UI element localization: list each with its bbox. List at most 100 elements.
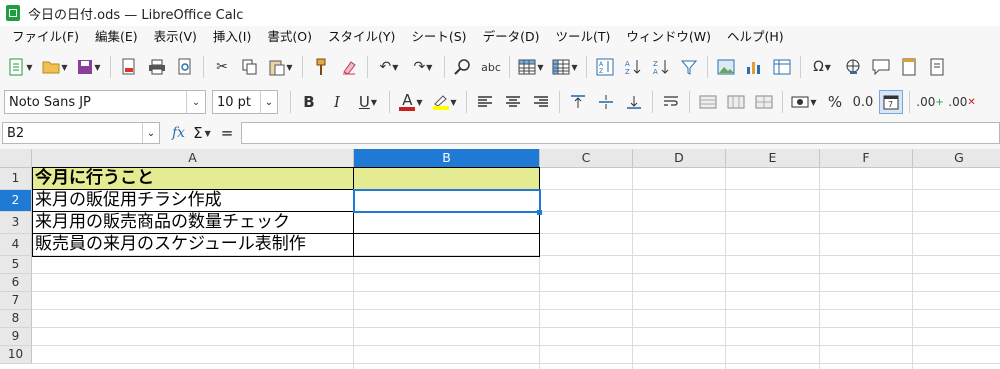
- row-header-2[interactable]: 2: [0, 190, 32, 212]
- row-header-9[interactable]: 9: [0, 328, 32, 346]
- special-character-button[interactable]: Ω ▼: [807, 55, 837, 79]
- define-print-area-icon[interactable]: [925, 55, 949, 79]
- align-center-icon[interactable]: [501, 90, 525, 114]
- menu-window[interactable]: ウィンドウ(W): [618, 26, 719, 48]
- select-all-corner[interactable]: [0, 149, 32, 168]
- unmerge-cells-icon[interactable]: [752, 90, 776, 114]
- hyperlink-icon[interactable]: [841, 55, 865, 79]
- print-preview-icon[interactable]: [173, 55, 197, 79]
- sort-icon[interactable]: AZ: [593, 55, 617, 79]
- merge-center-icon[interactable]: [696, 90, 720, 114]
- cell-a1[interactable]: 今月に行うこと: [33, 168, 353, 190]
- insert-image-icon[interactable]: [714, 55, 738, 79]
- copy-icon[interactable]: [238, 55, 262, 79]
- column-header-c[interactable]: C: [540, 149, 633, 168]
- cut-icon[interactable]: ✂: [210, 55, 234, 79]
- formula-equals-icon[interactable]: =: [221, 124, 234, 142]
- column-header-d[interactable]: D: [633, 149, 726, 168]
- delete-decimal-button[interactable]: .00 ✕: [948, 90, 976, 114]
- menu-file[interactable]: ファイル(F): [4, 26, 87, 48]
- menu-styles[interactable]: スタイル(Y): [320, 26, 403, 48]
- chevron-down-icon[interactable]: ▼: [205, 129, 211, 138]
- row-header-8[interactable]: 8: [0, 310, 32, 328]
- cell-b3[interactable]: [354, 212, 539, 234]
- highlight-color-button[interactable]: ▼: [430, 90, 460, 114]
- sort-ascending-icon[interactable]: AZ: [621, 55, 645, 79]
- font-name-combobox[interactable]: Noto Sans JP ⌄: [4, 90, 206, 114]
- name-box[interactable]: B2 ⌄: [2, 122, 160, 144]
- row-button[interactable]: ▼: [516, 55, 546, 79]
- currency-format-button[interactable]: ▼: [789, 90, 819, 114]
- column-header-f[interactable]: F: [820, 149, 913, 168]
- menu-view[interactable]: 表示(V): [146, 26, 205, 48]
- chevron-down-icon[interactable]: ⌄: [186, 91, 205, 113]
- menu-tools[interactable]: ツール(T): [547, 26, 618, 48]
- row-header-1[interactable]: 1: [0, 168, 32, 190]
- italic-button[interactable]: I: [325, 90, 349, 114]
- function-wizard-icon[interactable]: fx: [172, 125, 185, 141]
- row-header-6[interactable]: 6: [0, 274, 32, 292]
- spelling-icon[interactable]: abc: [479, 55, 503, 79]
- cell-a2[interactable]: 来月の販促用チラシ作成: [33, 190, 353, 212]
- cell-b1[interactable]: [354, 168, 539, 190]
- redo-button[interactable]: ↷ ▼: [408, 55, 438, 79]
- sort-descending-icon[interactable]: ZA: [649, 55, 673, 79]
- export-pdf-icon[interactable]: [117, 55, 141, 79]
- open-button[interactable]: ▼: [40, 55, 70, 79]
- print-icon[interactable]: [145, 55, 169, 79]
- save-button[interactable]: ▼: [74, 55, 104, 79]
- pivot-table-icon[interactable]: [770, 55, 794, 79]
- menu-help[interactable]: ヘルプ(H): [719, 26, 792, 48]
- sigma-icon[interactable]: Σ: [193, 124, 202, 142]
- chevron-down-icon: ▼: [94, 62, 101, 72]
- underline-button[interactable]: U ▼: [353, 90, 383, 114]
- cell-b4[interactable]: [354, 234, 539, 256]
- center-vertically-icon[interactable]: [594, 90, 618, 114]
- column-header-e[interactable]: E: [726, 149, 820, 168]
- undo-button[interactable]: ↶ ▼: [374, 55, 404, 79]
- menu-sheet[interactable]: シート(S): [403, 26, 474, 48]
- row-header-10[interactable]: 10: [0, 346, 32, 364]
- number-format-button[interactable]: 0.0: [851, 90, 875, 114]
- cell-a4[interactable]: 販売員の来月のスケジュール表制作: [33, 234, 353, 256]
- paste-button[interactable]: ▼: [266, 55, 296, 79]
- find-replace-icon[interactable]: [451, 55, 475, 79]
- align-bottom-icon[interactable]: [622, 90, 646, 114]
- menu-insert[interactable]: 挿入(I): [205, 26, 259, 48]
- add-decimal-button[interactable]: .00 +: [916, 90, 944, 114]
- column-button[interactable]: ▼: [550, 55, 580, 79]
- formula-input[interactable]: [241, 122, 1000, 144]
- insert-chart-icon[interactable]: [742, 55, 766, 79]
- chevron-down-icon[interactable]: ⌄: [260, 91, 277, 113]
- menu-edit[interactable]: 編集(E): [87, 26, 146, 48]
- row-header-5[interactable]: 5: [0, 256, 32, 274]
- merge-cells-icon[interactable]: [724, 90, 748, 114]
- percent-format-button[interactable]: %: [823, 90, 847, 114]
- fill-handle[interactable]: [537, 210, 542, 215]
- wrap-text-icon[interactable]: [659, 90, 683, 114]
- clear-formatting-icon[interactable]: [337, 55, 361, 79]
- date-format-button[interactable]: 7: [879, 90, 903, 114]
- chevron-down-icon[interactable]: ⌄: [142, 123, 159, 143]
- spreadsheet-grid[interactable]: A B C D E F G 1 2 3 4 5 6 7 8 9 10 今月に行う…: [0, 149, 1000, 369]
- menu-data[interactable]: データ(D): [475, 26, 548, 48]
- align-left-icon[interactable]: [473, 90, 497, 114]
- cell-a3[interactable]: 来月用の販売商品の数量チェック: [33, 212, 353, 234]
- row-header-3[interactable]: 3: [0, 212, 32, 234]
- align-top-icon[interactable]: [566, 90, 590, 114]
- column-header-g[interactable]: G: [913, 149, 1000, 168]
- font-color-button[interactable]: A ▼: [396, 90, 426, 114]
- align-right-icon[interactable]: [529, 90, 553, 114]
- comment-icon[interactable]: [869, 55, 893, 79]
- autofilter-icon[interactable]: [677, 55, 701, 79]
- headers-footers-icon[interactable]: [897, 55, 921, 79]
- clone-formatting-icon[interactable]: [309, 55, 333, 79]
- new-document-button[interactable]: ▼: [6, 55, 36, 79]
- column-header-a[interactable]: A: [32, 149, 354, 168]
- font-size-combobox[interactable]: 10 pt ⌄: [212, 90, 278, 114]
- menu-format[interactable]: 書式(O): [259, 26, 320, 48]
- row-header-4[interactable]: 4: [0, 234, 32, 256]
- row-header-7[interactable]: 7: [0, 292, 32, 310]
- column-header-b[interactable]: B: [354, 149, 540, 168]
- bold-button[interactable]: B: [297, 90, 321, 114]
